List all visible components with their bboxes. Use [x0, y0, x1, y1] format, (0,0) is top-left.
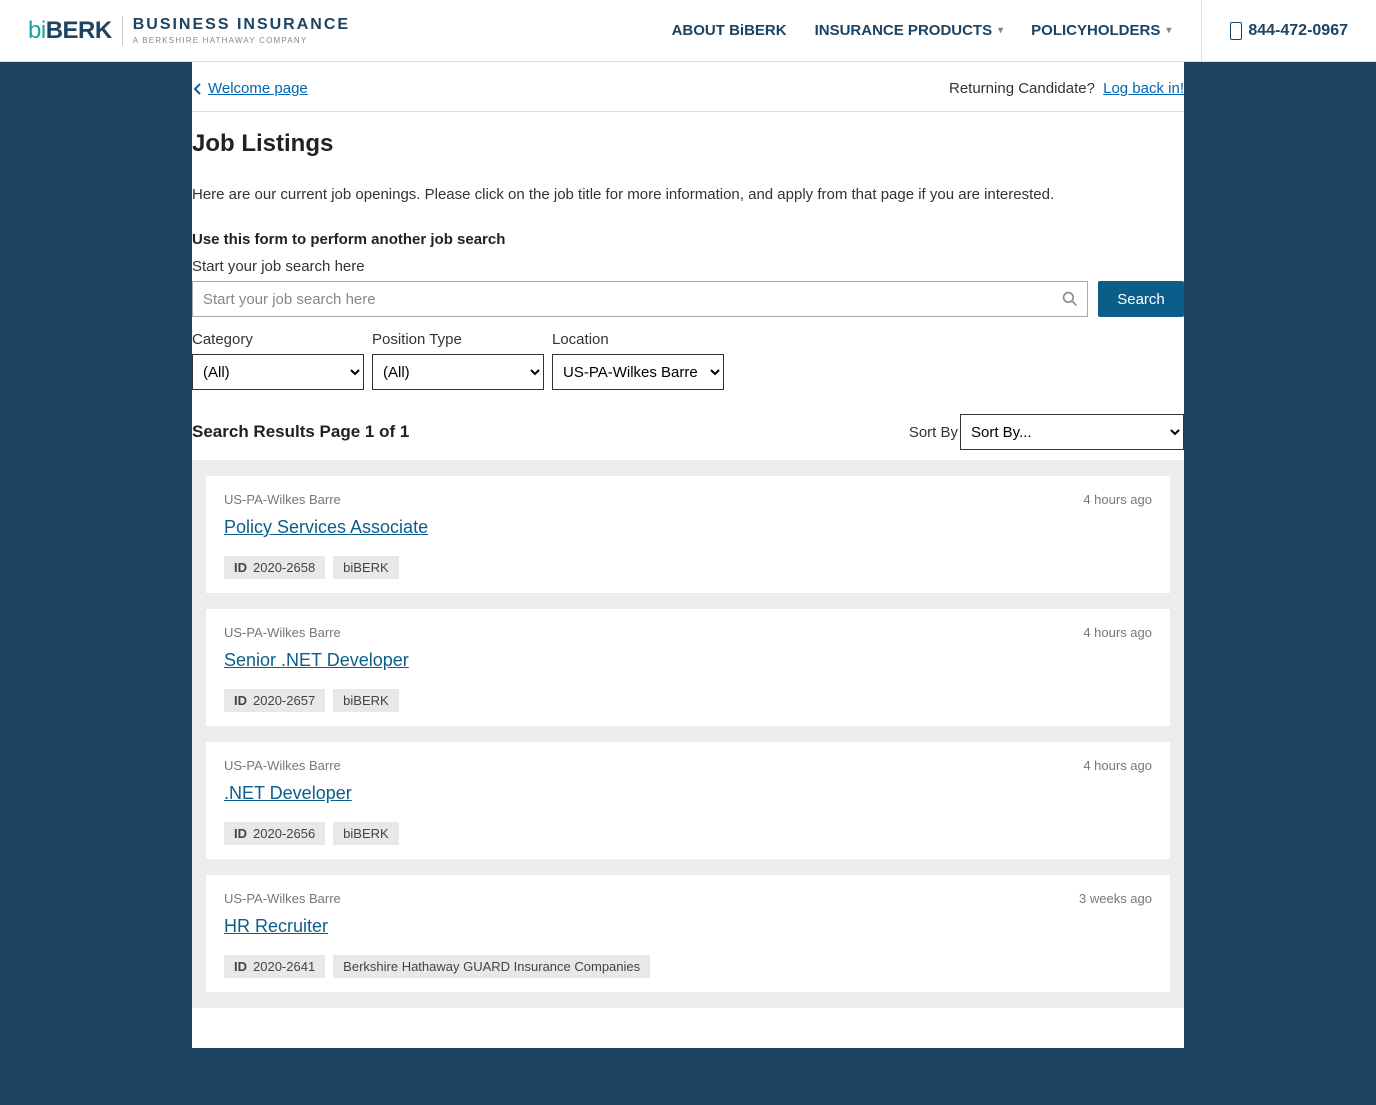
welcome-page-link[interactable]: Welcome page	[192, 80, 308, 97]
job-id-tag: ID2020-2657	[224, 689, 325, 712]
page-title: Job Listings	[192, 130, 1184, 158]
sort-by-select[interactable]: Sort By...	[960, 414, 1184, 450]
logo-suffix: BERK	[46, 17, 112, 44]
search-icon	[1062, 291, 1078, 307]
job-id-tag: ID2020-2641	[224, 955, 325, 978]
logo-tagline-bottom: A BERKSHIRE HATHAWAY COMPANY	[133, 36, 350, 45]
nav-about-label: ABOUT BiBERK	[672, 22, 787, 39]
job-location: US-PA-Wilkes Barre	[224, 625, 341, 640]
category-label: Category	[192, 331, 364, 348]
chevron-down-icon: ▾	[998, 25, 1003, 36]
login-link[interactable]: Log back in!	[1103, 80, 1184, 97]
sort-by-label: Sort By	[909, 424, 958, 441]
position-type-label: Position Type	[372, 331, 544, 348]
category-select[interactable]: (All)	[192, 354, 364, 390]
job-card: US-PA-Wilkes Barre 4 hours ago Policy Se…	[206, 476, 1170, 593]
nav-about[interactable]: ABOUT BiBERK	[672, 22, 787, 39]
nav-products-label: INSURANCE PRODUCTS	[815, 22, 993, 39]
logo-tagline-top: BUSINESS INSURANCE	[133, 16, 350, 34]
job-company-tag: biBERK	[333, 689, 399, 712]
job-posted-time: 3 weeks ago	[1079, 891, 1152, 906]
chevron-down-icon: ▾	[1166, 25, 1171, 36]
phone-text: 844-472-0967	[1248, 22, 1348, 40]
job-title-link[interactable]: HR Recruiter	[224, 916, 328, 937]
job-posted-time: 4 hours ago	[1083, 492, 1152, 507]
intro-text: Here are our current job openings. Pleas…	[192, 186, 1184, 203]
job-title-link[interactable]: Senior .NET Developer	[224, 650, 409, 671]
job-location: US-PA-Wilkes Barre	[224, 492, 341, 507]
job-location: US-PA-Wilkes Barre	[224, 758, 341, 773]
job-card: US-PA-Wilkes Barre 3 weeks ago HR Recrui…	[206, 875, 1170, 992]
job-title-link[interactable]: .NET Developer	[224, 783, 352, 804]
job-posted-time: 4 hours ago	[1083, 758, 1152, 773]
search-button[interactable]: Search	[1098, 281, 1184, 317]
welcome-page-label: Welcome page	[208, 80, 308, 97]
job-company-tag: Berkshire Hathaway GUARD Insurance Compa…	[333, 955, 650, 978]
chevron-left-icon	[192, 83, 204, 95]
logo-divider	[122, 16, 123, 46]
job-company-tag: biBERK	[333, 822, 399, 845]
nav-products[interactable]: INSURANCE PRODUCTS ▾	[815, 22, 1004, 39]
job-card: US-PA-Wilkes Barre 4 hours ago Senior .N…	[206, 609, 1170, 726]
job-id-tag: ID2020-2658	[224, 556, 325, 579]
search-input[interactable]	[192, 281, 1088, 317]
search-input-label: Start your job search here	[192, 258, 1184, 275]
nav-policyholders-label: POLICYHOLDERS	[1031, 22, 1160, 39]
job-posted-time: 4 hours ago	[1083, 625, 1152, 640]
location-select[interactable]: US-PA-Wilkes Barre	[552, 354, 724, 390]
position-type-select[interactable]: (All)	[372, 354, 544, 390]
phone-number[interactable]: 844-472-0967	[1201, 0, 1348, 62]
job-company-tag: biBERK	[333, 556, 399, 579]
returning-candidate-text: Returning Candidate? Log back in!	[949, 80, 1184, 97]
job-title-link[interactable]: Policy Services Associate	[224, 517, 428, 538]
job-id-tag: ID2020-2656	[224, 822, 325, 845]
site-header: biBERK BUSINESS INSURANCE A BERKSHIRE HA…	[0, 0, 1376, 62]
search-results-count: Search Results Page 1 of 1	[192, 422, 409, 442]
logo[interactable]: biBERK BUSINESS INSURANCE A BERKSHIRE HA…	[28, 16, 350, 46]
nav-policyholders[interactable]: POLICYHOLDERS ▾	[1031, 22, 1171, 39]
search-form-heading: Use this form to perform another job sea…	[192, 231, 1184, 248]
job-results-list: US-PA-Wilkes Barre 4 hours ago Policy Se…	[192, 460, 1184, 1008]
job-location: US-PA-Wilkes Barre	[224, 891, 341, 906]
main-nav: ABOUT BiBERK INSURANCE PRODUCTS ▾ POLICYH…	[350, 22, 1171, 39]
location-label: Location	[552, 331, 724, 348]
logo-prefix: bi	[28, 17, 46, 44]
job-card: US-PA-Wilkes Barre 4 hours ago .NET Deve…	[206, 742, 1170, 859]
